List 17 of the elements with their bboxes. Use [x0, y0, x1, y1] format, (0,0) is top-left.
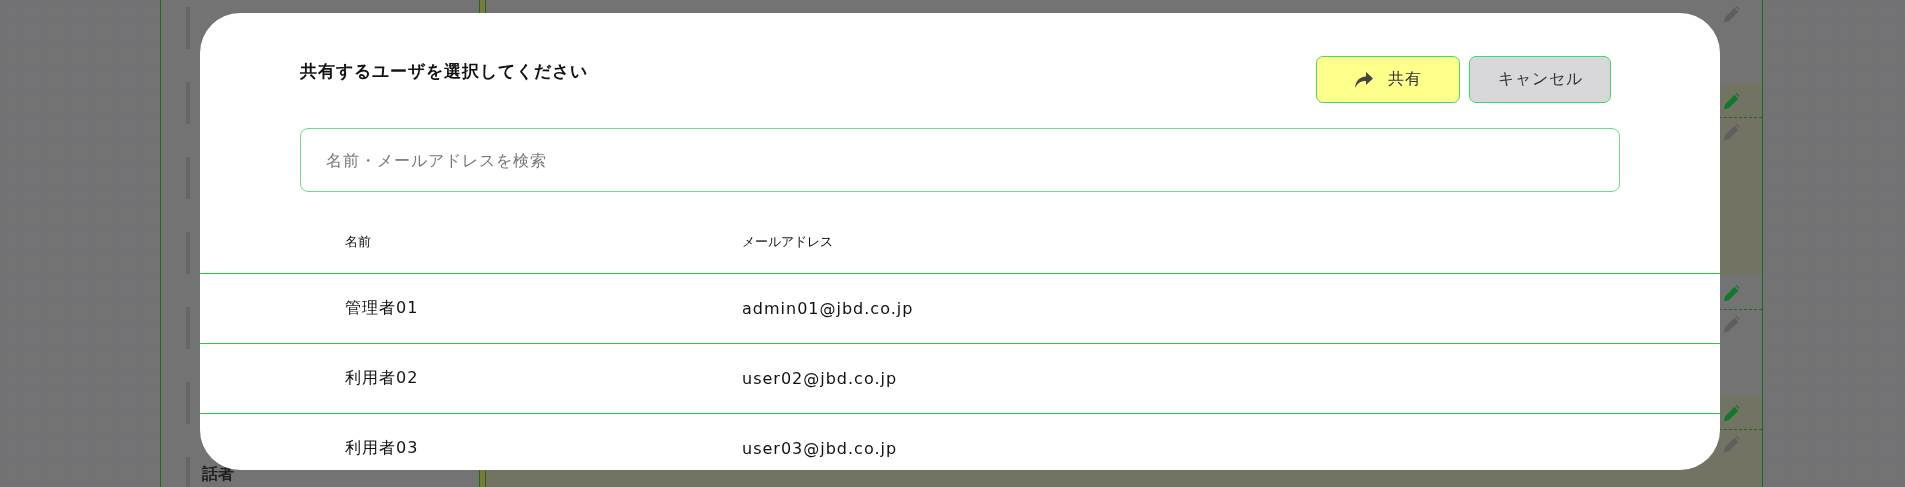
table-cell: user02@jbd.co.jp [742, 369, 898, 388]
table-cell: 利用者03 [345, 438, 419, 457]
table-cell: user03@jbd.co.jp [742, 439, 898, 458]
table-cell: 管理者01 [345, 298, 419, 317]
share-icon [1354, 70, 1374, 89]
section-label: 話者 [202, 464, 235, 485]
search-field[interactable]: 名前・メールアドレスを検索 [300, 128, 1620, 192]
share-button[interactable]: 共有 [1316, 56, 1460, 103]
column-header: 名前 [345, 234, 371, 249]
pencil-icon[interactable] [1722, 285, 1740, 303]
column-header: メールアドレス [742, 234, 833, 249]
table-cell: admin01@jbd.co.jp [742, 299, 914, 318]
dialog-title: 共有するユーザを選択してください [300, 60, 588, 83]
cancel-button[interactable]: キャンセル [1469, 56, 1611, 103]
table-cell: 利用者02 [345, 368, 419, 387]
pencil-icon[interactable] [1722, 93, 1740, 111]
pencil-icon[interactable] [1722, 405, 1740, 423]
